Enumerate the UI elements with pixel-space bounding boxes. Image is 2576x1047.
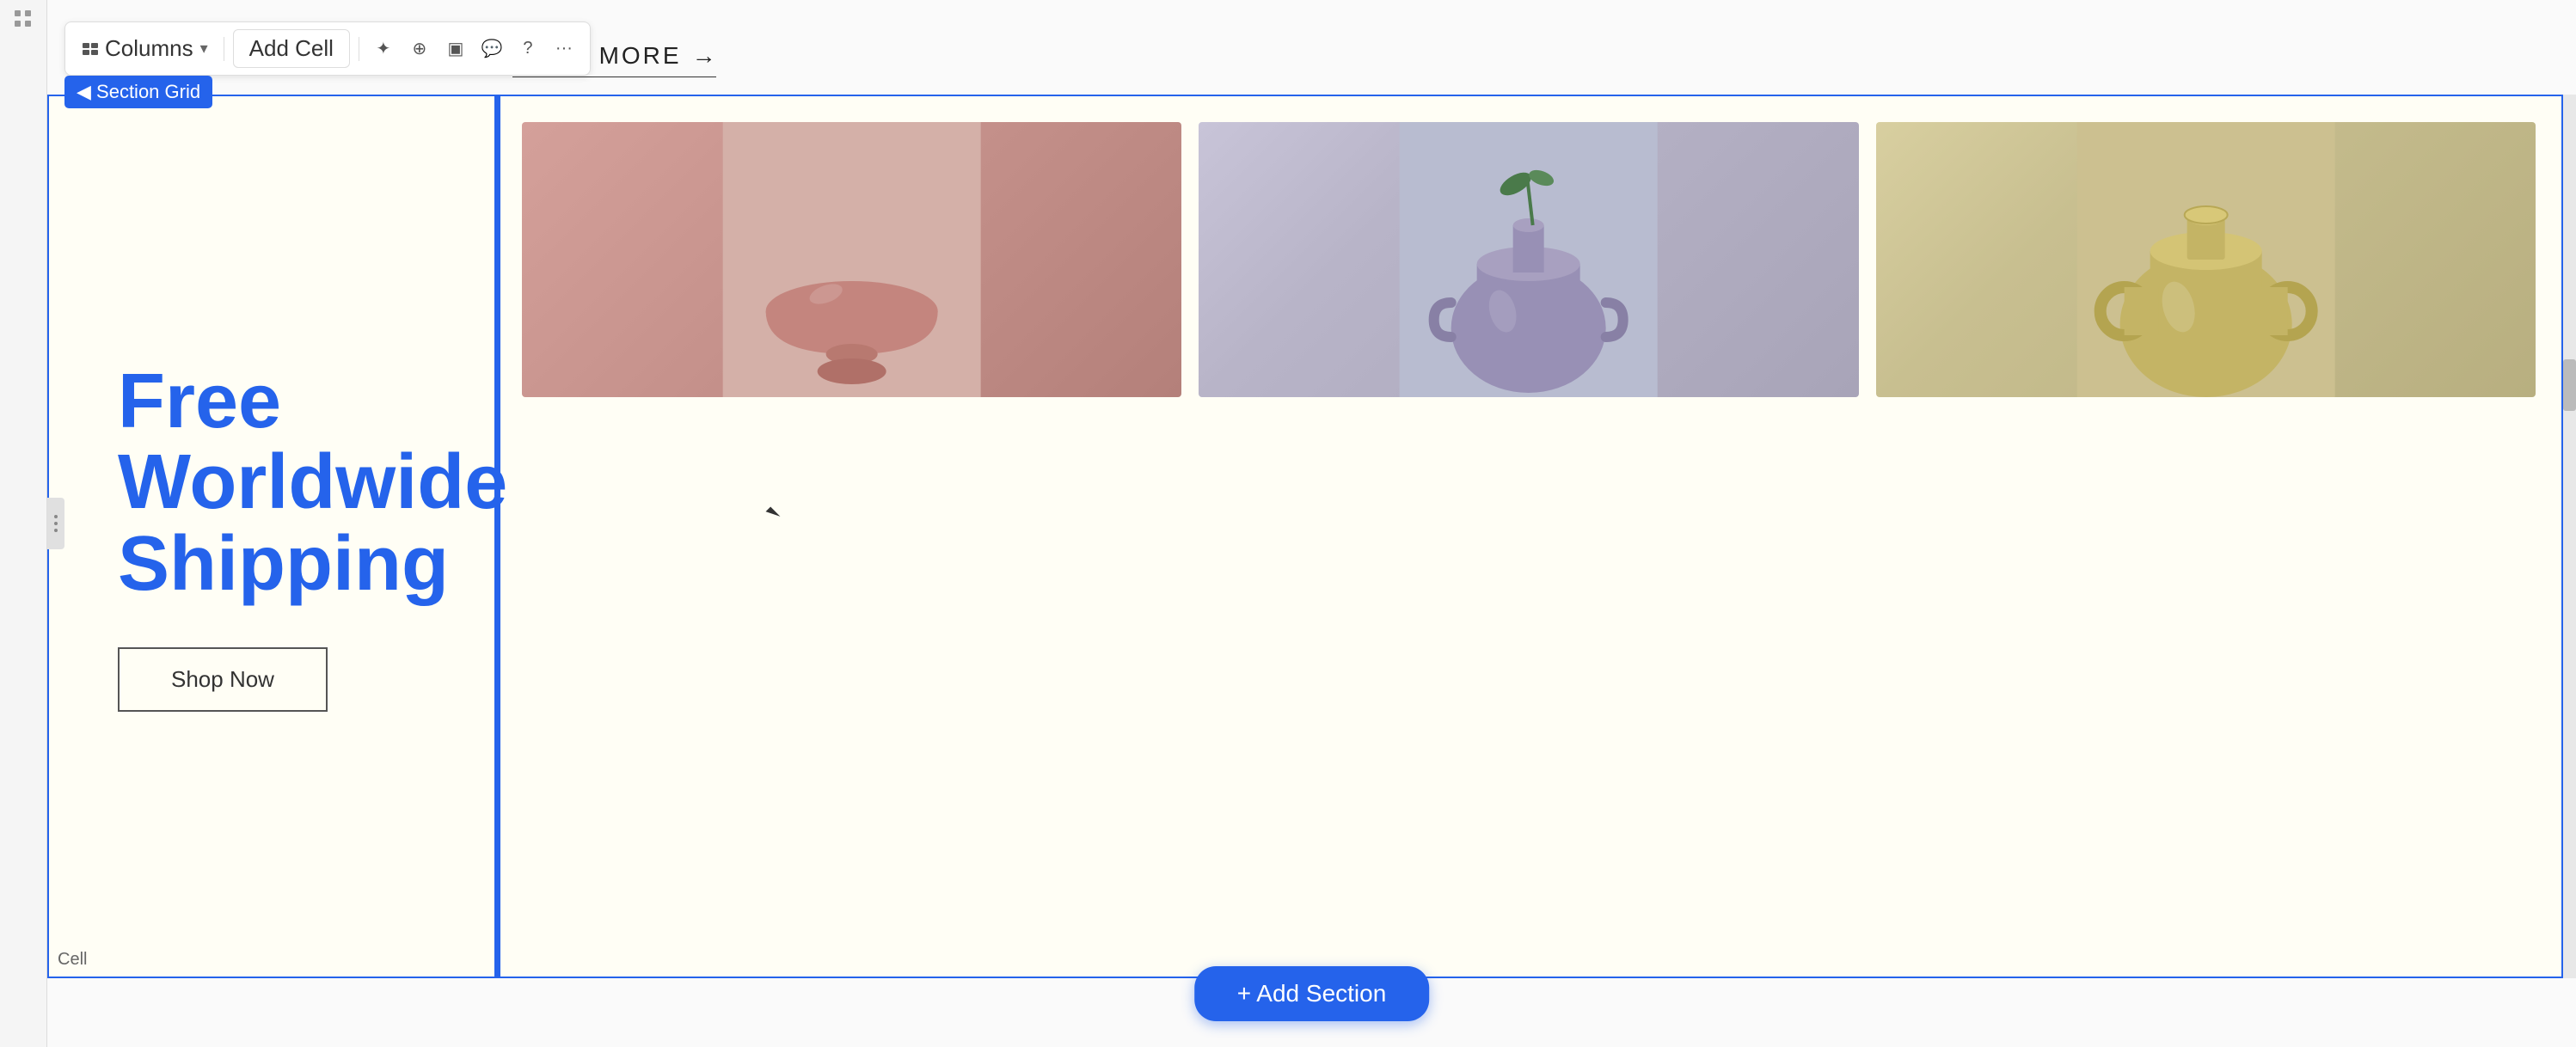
add-section-container: + Add Section <box>1194 966 1430 1021</box>
left-column: Free Worldwide Shipping Shop Now Cell <box>49 96 496 977</box>
toolbar: Columns ▾ Add Cell ✦ ⊕ ▣ 💬 ? ··· <box>64 21 591 76</box>
product-image-pink-bowl <box>522 122 1181 397</box>
cell-label: Cell <box>58 950 87 970</box>
left-drag-handle[interactable] <box>47 498 64 549</box>
product-image-purple-vase <box>1199 122 1858 397</box>
chevron-down-icon: ▾ <box>200 40 208 58</box>
product-image-gold-vase <box>1876 122 2536 397</box>
images-row <box>522 113 2536 397</box>
section-grid-label[interactable]: ◀ Section Grid <box>64 76 212 108</box>
heading-line3: Shipping <box>118 524 426 605</box>
help-button[interactable]: ? <box>512 34 543 64</box>
shop-now-button[interactable]: Shop Now <box>118 647 328 712</box>
column-resize-handle[interactable] <box>495 96 500 977</box>
editor-area: READ MORE → Columns ▾ Add Cell ✦ ⊕ ▣ 💬 ?… <box>47 0 2576 1047</box>
add-section-button[interactable]: + Add Section <box>1194 966 1430 1021</box>
sparkle-button[interactable]: ✦ <box>368 34 399 64</box>
columns-dropdown[interactable]: Columns ▾ <box>76 32 215 65</box>
layers-button[interactable]: ⊕ <box>404 34 435 64</box>
read-more-arrow-icon: → <box>692 42 716 70</box>
more-button[interactable]: ··· <box>549 34 580 64</box>
layout-button[interactable]: ▣ <box>440 34 471 64</box>
section-grid-text: ◀ Section Grid <box>77 81 200 103</box>
sidebar-dots-icon <box>15 10 32 28</box>
heading-line2: Worldwide <box>118 442 426 524</box>
canvas-section: Free Worldwide Shipping Shop Now Cell <box>47 95 2563 978</box>
drag-dots-icon <box>54 515 58 532</box>
columns-icon <box>83 43 98 55</box>
scrollbar[interactable] <box>2563 95 2576 978</box>
right-column <box>496 96 2561 977</box>
sidebar-handle <box>0 0 47 1047</box>
comment-button[interactable]: 💬 <box>476 34 507 64</box>
top-content-area: READ MORE → <box>512 0 2576 95</box>
columns-label: Columns <box>105 35 193 62</box>
scrollbar-thumb[interactable] <box>2563 359 2576 411</box>
add-cell-button[interactable]: Add Cell <box>233 29 350 68</box>
heading-line1: Free <box>118 361 426 443</box>
main-heading: Free Worldwide Shipping <box>118 361 426 605</box>
